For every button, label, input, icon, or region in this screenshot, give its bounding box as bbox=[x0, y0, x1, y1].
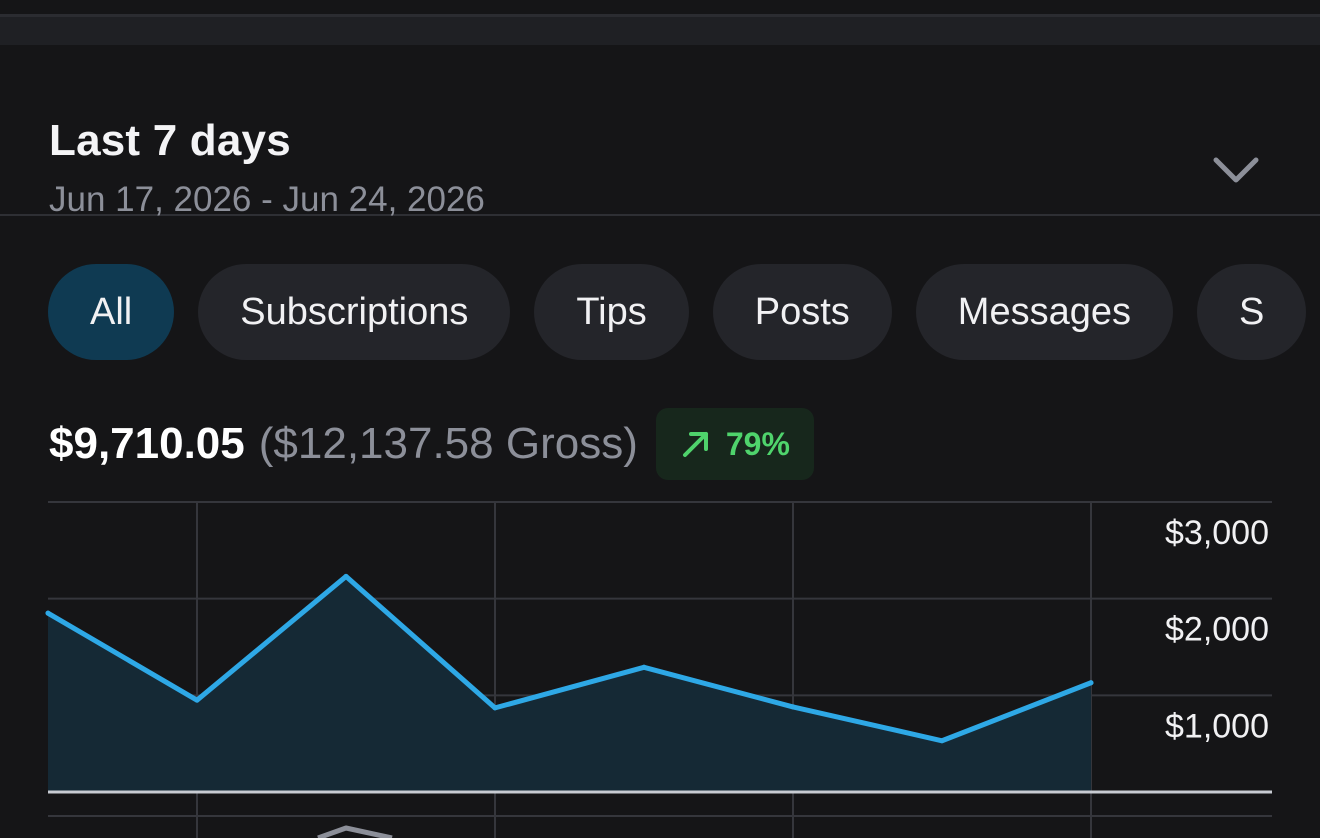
filter-chip-all[interactable]: All bbox=[48, 264, 175, 360]
filter-chip-posts[interactable]: Posts bbox=[712, 264, 892, 360]
earnings-screen: Last 7 days Jun 17, 2026 - Jun 24, 2026 … bbox=[0, 0, 1320, 838]
y-tick-label: $2,000 bbox=[1165, 611, 1269, 649]
earnings-chart: $3,000 $2,000 $1,000 bbox=[45, 501, 1272, 838]
data-point bbox=[343, 573, 349, 579]
change-badge: 79% bbox=[655, 408, 814, 480]
filter-chip-messages[interactable]: Messages bbox=[915, 264, 1173, 360]
period-selector[interactable]: Last 7 days Jun 17, 2026 - Jun 24, 2026 bbox=[0, 42, 1320, 219]
y-tick-label: $1,000 bbox=[1165, 707, 1269, 745]
period-title: Last 7 days bbox=[49, 116, 291, 165]
net-earnings: $9,710.05 bbox=[49, 419, 245, 468]
data-point bbox=[492, 705, 498, 711]
filter-chips: All Subscriptions Tips Posts Messages S bbox=[48, 264, 1307, 360]
lower-chart-peak bbox=[317, 825, 393, 838]
filter-chip-subscriptions[interactable]: Subscriptions bbox=[198, 264, 511, 360]
top-strip bbox=[0, 0, 1320, 45]
data-point bbox=[641, 664, 647, 670]
data-point bbox=[1088, 680, 1094, 686]
period-date-range: Jun 17, 2026 - Jun 24, 2026 bbox=[49, 180, 485, 219]
y-tick-label: $3,000 bbox=[1165, 514, 1269, 552]
series-area bbox=[48, 576, 1091, 792]
filter-chip-partial[interactable]: S bbox=[1197, 264, 1307, 360]
top-band bbox=[0, 14, 1320, 45]
data-point bbox=[194, 697, 200, 703]
chevron-down-icon[interactable] bbox=[1210, 150, 1262, 190]
data-point bbox=[790, 704, 796, 710]
arrow-up-right-icon bbox=[682, 432, 708, 457]
filter-chip-tips[interactable]: Tips bbox=[534, 264, 689, 360]
earnings-summary: $9,710.05 ($12,137.58 Gross) 79% bbox=[49, 408, 814, 480]
gross-earnings: ($12,137.58 Gross) bbox=[258, 419, 638, 468]
data-point bbox=[939, 738, 945, 744]
data-point bbox=[45, 610, 51, 616]
change-percent: 79% bbox=[725, 425, 790, 462]
